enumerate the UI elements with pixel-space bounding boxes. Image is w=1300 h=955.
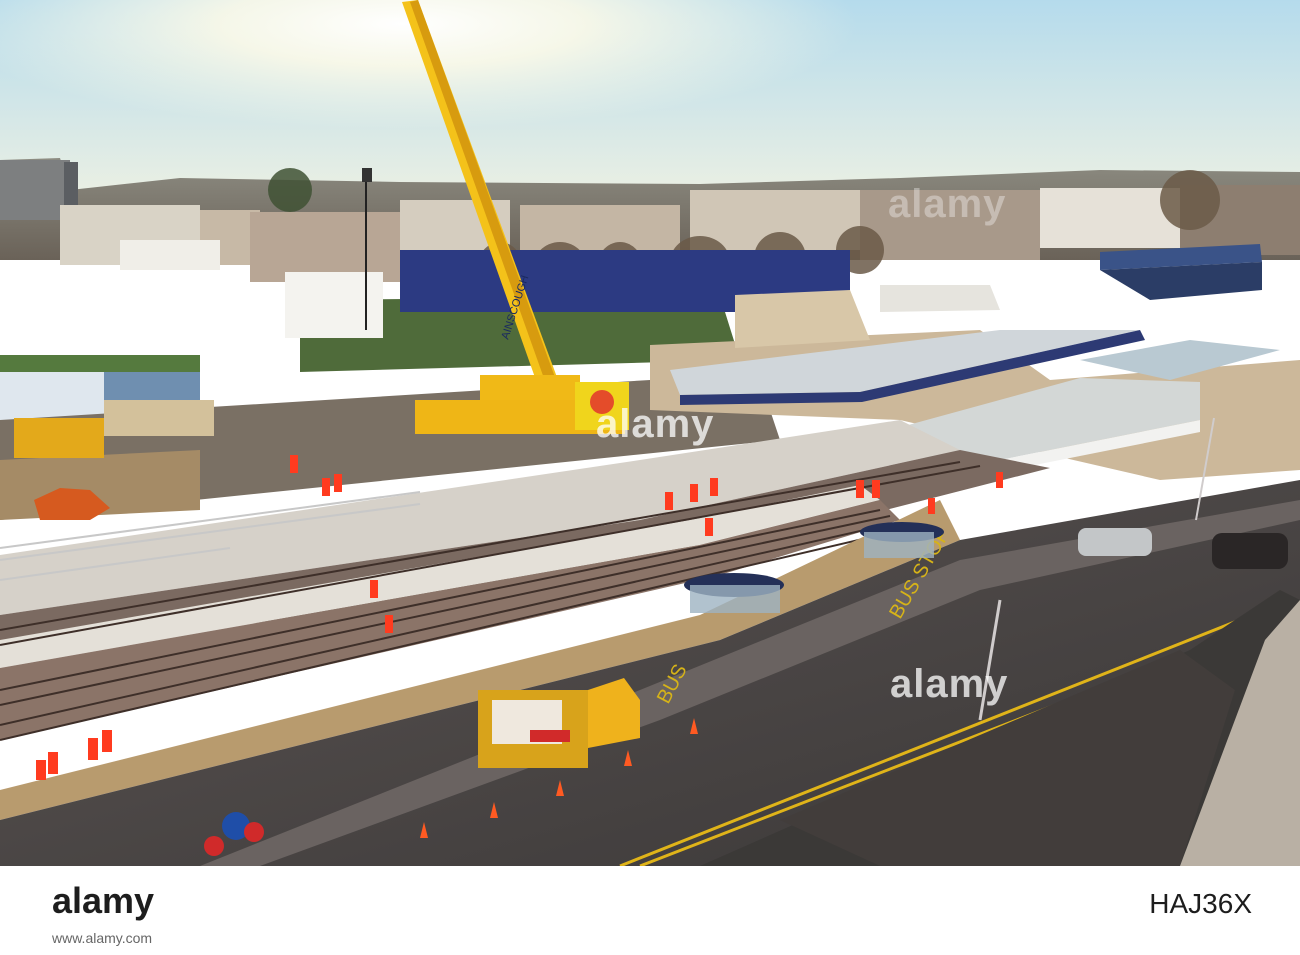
railway-station-photo: AINSCOUGH BUS STOP BUS alamy alamy alamy bbox=[0, 0, 1300, 866]
office-block bbox=[0, 160, 70, 220]
site-cabin bbox=[285, 272, 383, 338]
watermark-center: alamy bbox=[596, 402, 715, 446]
dark-car bbox=[1212, 533, 1288, 569]
watermark-right: alamy bbox=[890, 662, 1009, 706]
footer-strip: www.alamy.com bbox=[0, 924, 1300, 955]
silver-car bbox=[1078, 528, 1152, 556]
watermark-top: alamy bbox=[888, 182, 1007, 226]
stop-sign bbox=[204, 836, 224, 856]
image-id: HAJ36X bbox=[1149, 888, 1252, 919]
alamy-logo: alamy bbox=[52, 880, 155, 921]
strip-url: www.alamy.com bbox=[52, 930, 153, 946]
stock-photo-frame: AINSCOUGH BUS STOP BUS alamy alamy alamy… bbox=[0, 0, 1300, 955]
